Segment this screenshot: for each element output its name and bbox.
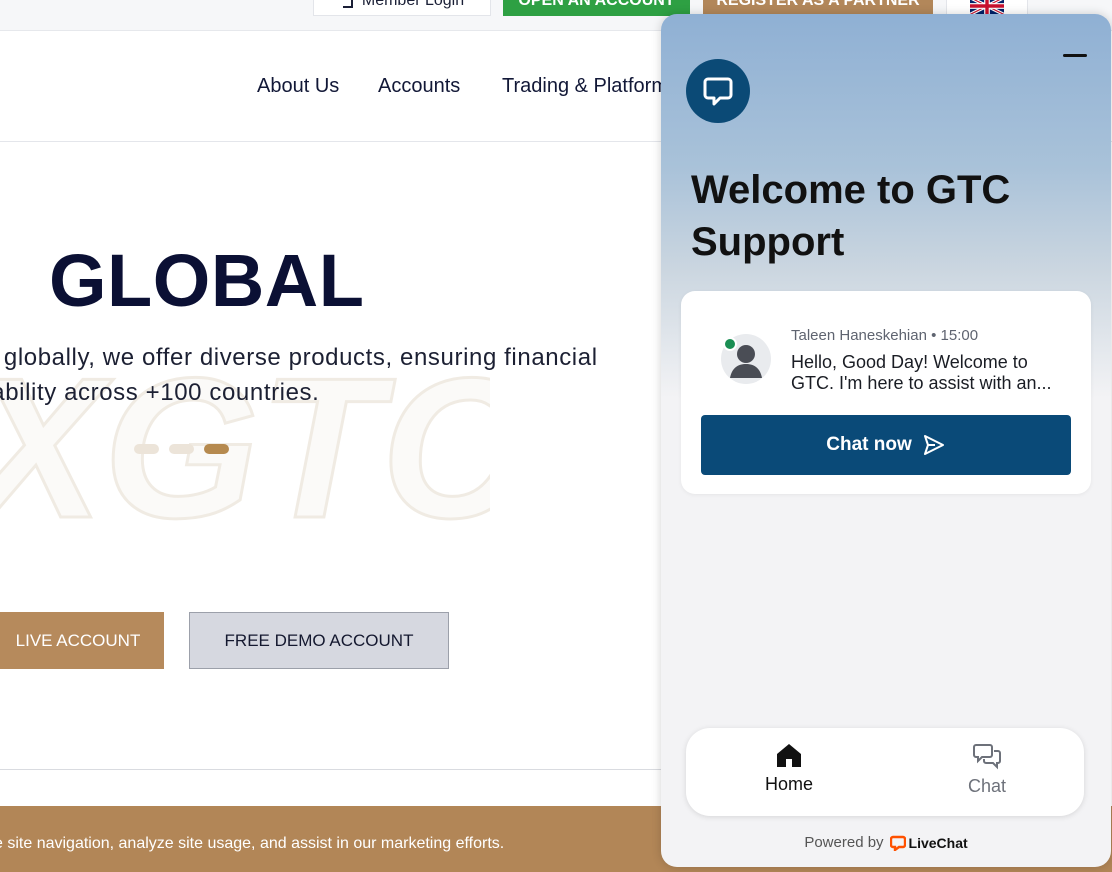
open-account-label: OPEN AN ACCOUNT xyxy=(518,0,675,9)
message-meta: Taleen Haneskehian • 15:00 xyxy=(791,327,978,344)
welcome-heading: Welcome to GTC Support xyxy=(691,168,1011,264)
home-icon xyxy=(777,744,801,767)
livechat-brand-label: LiveChat xyxy=(908,834,968,851)
free-demo-account-label: FREE DEMO ACCOUNT xyxy=(224,630,414,650)
nav-accounts[interactable]: Accounts xyxy=(378,75,460,98)
chat-now-button[interactable]: Chat now xyxy=(701,415,1071,475)
tab-home-label: Home xyxy=(764,774,813,794)
message-preview: Hello, Good Day! Welcome to GTC. I'm her… xyxy=(791,352,1071,394)
chat-icon xyxy=(973,744,1001,770)
chat-logo xyxy=(686,59,750,123)
slider-dot-2[interactable] xyxy=(169,444,194,454)
hero-subtitle-line-2: tability across +100 countries. xyxy=(0,379,320,406)
agent-name: Taleen Haneskehian xyxy=(791,327,927,344)
meta-separator: • xyxy=(931,327,937,344)
chat-bottom-tabs: Home Chat xyxy=(686,728,1084,816)
hero-subtitle: s globally, we offer diverse products, e… xyxy=(0,340,674,410)
uk-flag-icon xyxy=(970,0,1004,15)
free-demo-account-button[interactable]: FREE DEMO ACCOUNT xyxy=(189,612,449,669)
send-icon xyxy=(923,435,944,455)
message-line-2: GTC. I'm here to assist with an... xyxy=(791,373,1052,393)
hero-title: GLOBAL xyxy=(49,239,365,322)
minimize-icon[interactable] xyxy=(1063,54,1087,57)
hero-subtitle-line-1: s globally, we offer diverse products, e… xyxy=(0,344,598,371)
message-card[interactable]: Taleen Haneskehian • 15:00 Hello, Good D… xyxy=(681,291,1091,494)
section-divider xyxy=(0,769,662,770)
register-partner-label: REGISTER AS A PARTNER xyxy=(716,0,920,9)
live-account-label: LIVE ACCOUNT xyxy=(15,630,141,650)
powered-by-footer[interactable]: Powered by LiveChat xyxy=(661,834,1111,851)
tab-chat[interactable]: Chat xyxy=(917,742,1057,797)
tab-home[interactable]: Home xyxy=(719,742,859,795)
message-line-1: Hello, Good Day! Welcome to xyxy=(791,352,1028,372)
slider-dot-1[interactable] xyxy=(134,444,159,454)
livechat-brand: LiveChat xyxy=(889,834,968,851)
chat-widget: Welcome to GTC Support Taleen Haneskehia… xyxy=(661,14,1111,867)
powered-by-text: Powered by xyxy=(804,834,884,851)
login-icon xyxy=(342,0,353,8)
open-account-button[interactable]: OPEN AN ACCOUNT xyxy=(503,0,690,16)
member-login-button[interactable]: Member Login xyxy=(313,0,491,16)
member-login-label: Member Login xyxy=(361,0,465,9)
chat-bubble-icon xyxy=(703,77,733,106)
online-status-indicator xyxy=(723,337,737,351)
cookie-banner-text: e site navigation, analyze site usage, a… xyxy=(0,835,505,852)
tab-chat-label: Chat xyxy=(967,776,1007,796)
message-time: 15:00 xyxy=(940,327,979,344)
livechat-logo-icon xyxy=(889,835,906,851)
nav-trading-platform[interactable]: Trading & Platform xyxy=(502,75,668,98)
chat-now-label: Chat now xyxy=(826,434,912,455)
slider-dot-3-active[interactable] xyxy=(204,444,229,454)
nav-about-us[interactable]: About Us xyxy=(257,75,339,98)
live-account-button[interactable]: LIVE ACCOUNT xyxy=(0,612,164,669)
slider-dots xyxy=(134,444,229,454)
